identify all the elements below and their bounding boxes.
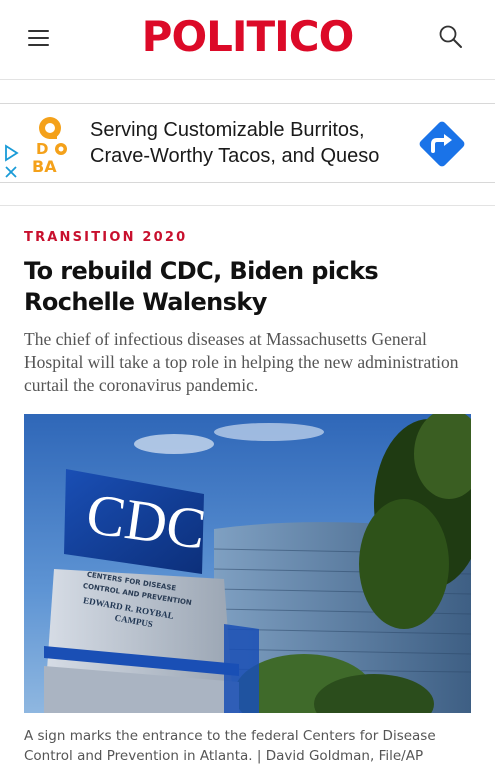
site-header: POLITICO	[0, 0, 495, 80]
article-kicker[interactable]: TRANSITION 2020	[24, 230, 187, 245]
advertisement-banner[interactable]: D BA Serving Customizable Burritos, Crav…	[0, 103, 495, 183]
ad-copy-line: Serving Customizable Burritos,	[90, 119, 365, 141]
article-headline[interactable]: To rebuild CDC, Biden picks Rochelle Wal…	[24, 256, 474, 318]
article-photo: CDC CENTERS FOR DISEASE CONTROL AND PREV…	[24, 414, 471, 713]
ad-copy[interactable]: Serving Customizable Burritos, Crave-Wor…	[90, 117, 379, 169]
ad-copy-line: Crave-Worthy Tacos, and Queso	[90, 145, 380, 167]
svg-text:D: D	[36, 140, 48, 158]
directions-arrow-icon[interactable]	[413, 115, 471, 173]
photo-caption: A sign marks the entrance to the federal…	[24, 728, 436, 764]
svg-text:BA: BA	[32, 157, 57, 174]
search-icon[interactable]	[438, 24, 464, 50]
politico-logo[interactable]: POLITICO	[0, 12, 495, 62]
adchoices-icon[interactable]	[4, 144, 20, 180]
section-divider	[0, 205, 495, 206]
article-dek: The chief of infectious diseases at Mass…	[24, 329, 459, 395]
qdoba-logo: D BA	[31, 116, 71, 176]
